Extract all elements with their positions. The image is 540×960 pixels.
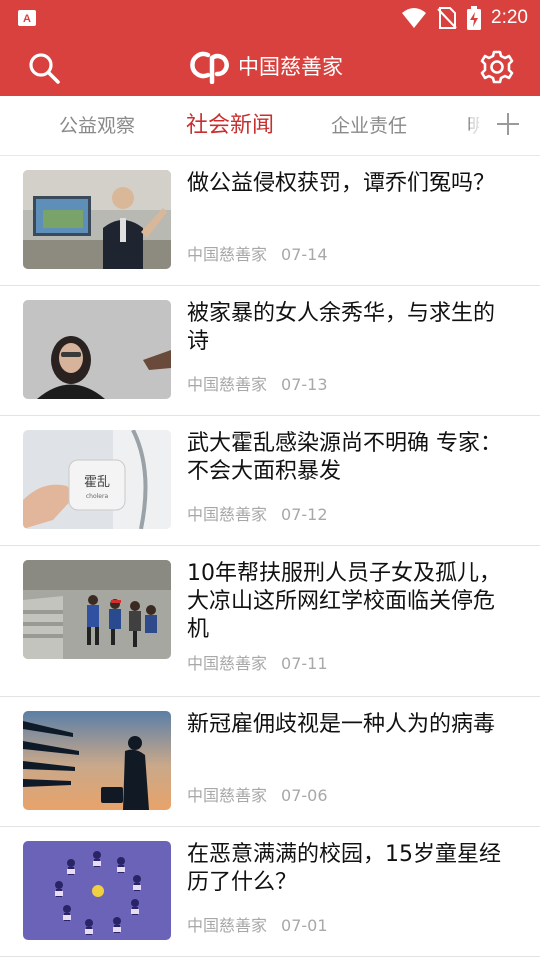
article-date: 07-14 (281, 245, 328, 264)
article-thumbnail (23, 300, 171, 399)
battery-charging-icon (467, 6, 482, 30)
article-content: 做公益侵权获罚，谭乔们冤吗？ (187, 170, 516, 198)
plus-icon[interactable] (496, 112, 520, 136)
wifi-icon (402, 8, 427, 28)
article-title: 在恶意满满的校园，15岁童星经历了什么？ (187, 842, 501, 895)
app-logo: 中国慈善家 (190, 48, 343, 84)
app-notification-icon: A (18, 10, 36, 26)
article-item[interactable]: 做公益侵权获罚，谭乔们冤吗？ 中国慈善家 07-14 (0, 156, 540, 286)
article-title: 新冠雇佣歧视是一种人为的病毒 (187, 712, 496, 737)
tab-social-news[interactable]: 社会新闻 (186, 96, 274, 155)
gear-icon[interactable] (480, 50, 514, 84)
tab-public-welfare[interactable]: 公益观察 (59, 96, 135, 155)
article-meta: 中国慈善家 07-01 (187, 912, 328, 936)
article-source: 中国慈善家 (187, 375, 268, 394)
article-title: 武大霍乱感染源尚不明确 专家：不会大面积暴发 (187, 431, 502, 484)
cp-logo-mark-icon (190, 51, 229, 84)
app-logo-text: 中国慈善家 (238, 55, 343, 79)
article-list: 做公益侵权获罚，谭乔们冤吗？ 中国慈善家 07-14 被家暴的女人余秀华，与求生的… (0, 156, 540, 957)
article-source: 中国慈善家 (187, 505, 268, 524)
article-date: 07-06 (281, 786, 328, 805)
article-item[interactable]: 新冠雇佣歧视是一种人为的病毒 中国慈善家 07-06 (0, 697, 540, 827)
no-sim-icon (437, 7, 457, 29)
article-title: 做公益侵权获罚，谭乔们冤吗？ (187, 171, 496, 196)
article-content: 在恶意满满的校园，15岁童星经历了什么？ (187, 841, 516, 897)
search-icon[interactable] (26, 50, 62, 86)
article-thumbnail: 霍乱 cholera (23, 430, 171, 529)
article-meta: 中国慈善家 07-11 (187, 650, 328, 674)
article-thumbnail (23, 711, 171, 810)
article-meta: 中国慈善家 07-06 (187, 782, 328, 806)
article-content: 新冠雇佣歧视是一种人为的病毒 (187, 711, 516, 739)
article-content: 10年帮扶服刑人员子女及孤儿，大凉山这所网红学校面临关停危机 (187, 560, 516, 644)
status-time: 2:20 (491, 7, 528, 28)
article-title: 10年帮扶服刑人员子女及孤儿，大凉山这所网红学校面临关停危机 (187, 561, 501, 642)
category-tabs: 公益观察 社会新闻 企业责任 明 (0, 96, 540, 156)
article-meta: 中国慈善家 07-14 (187, 241, 328, 265)
thumb-sublabel: cholera (86, 493, 109, 500)
article-source: 中国慈善家 (187, 916, 268, 935)
article-thumbnail (23, 560, 171, 659)
app-bar: 中国慈善家 (0, 36, 540, 96)
article-source: 中国慈善家 (187, 786, 268, 805)
article-content: 被家暴的女人余秀华，与求生的诗 (187, 300, 516, 356)
article-source: 中国慈善家 (187, 654, 268, 673)
article-item[interactable]: 10年帮扶服刑人员子女及孤儿，大凉山这所网红学校面临关停危机 中国慈善家 07-1… (0, 546, 540, 697)
svg-text:A: A (23, 13, 31, 25)
article-meta: 中国慈善家 07-12 (187, 501, 328, 525)
article-date: 07-01 (281, 916, 328, 935)
article-item[interactable]: 在恶意满满的校园，15岁童星经历了什么？ 中国慈善家 07-01 (0, 827, 540, 957)
article-thumbnail (23, 841, 171, 940)
article-item[interactable]: 被家暴的女人余秀华，与求生的诗 中国慈善家 07-13 (0, 286, 540, 416)
article-date: 07-11 (281, 654, 328, 673)
tab-corporate-responsibility[interactable]: 企业责任 (331, 96, 407, 155)
article-source: 中国慈善家 (187, 245, 268, 264)
article-item[interactable]: 霍乱 cholera 武大霍乱感染源尚不明确 专家：不会大面积暴发 中国慈善家 0… (0, 416, 540, 546)
article-date: 07-12 (281, 505, 328, 524)
article-content: 武大霍乱感染源尚不明确 专家：不会大面积暴发 (187, 430, 516, 486)
thumb-label: 霍乱 (84, 475, 110, 490)
article-thumbnail (23, 170, 171, 269)
status-bar: A 2:20 (0, 0, 540, 36)
article-meta: 中国慈善家 07-13 (187, 371, 328, 395)
article-date: 07-13 (281, 375, 328, 394)
article-title: 被家暴的女人余秀华，与求生的诗 (187, 301, 496, 354)
